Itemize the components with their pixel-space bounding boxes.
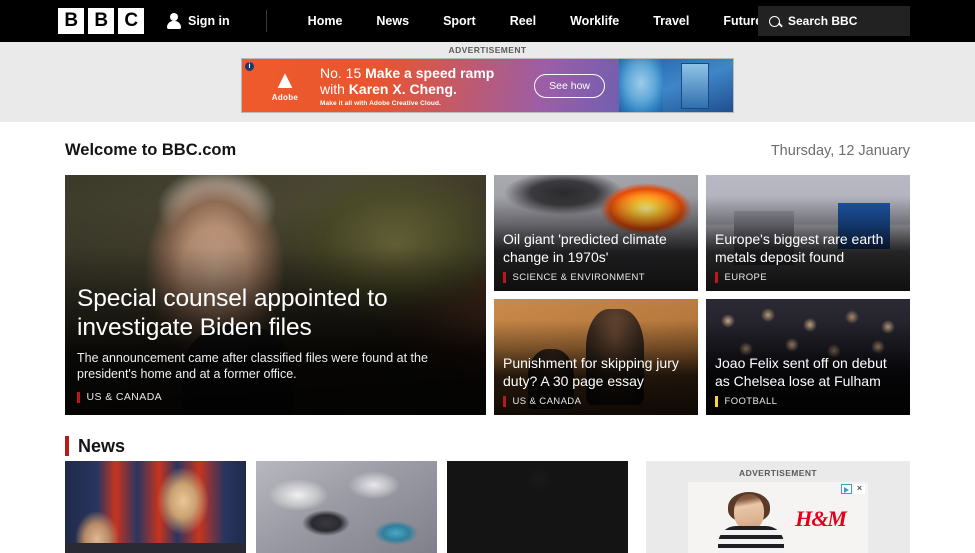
ad-headline-line-1: No. 15 Make a speed ramp [320, 65, 534, 81]
page-title: Welcome to BBC.com [65, 141, 237, 159]
story-card-rare-earth[interactable]: Europe's biggest rare earth metals depos… [706, 175, 910, 291]
card-tag-label: FOOTBALL [724, 396, 778, 407]
adobe-mark: ▲ [272, 67, 298, 94]
logo-letter-b1: B [58, 8, 84, 34]
hero-text-block: Special counsel appointed to investigate… [77, 284, 470, 403]
hero-grid: Special counsel appointed to investigate… [65, 175, 910, 415]
adchoices-icon[interactable] [841, 484, 852, 494]
secondary-cards-grid: Oil giant 'predicted climate change in 1… [494, 175, 910, 415]
sign-in-label: Sign in [188, 14, 230, 28]
ad-line1-lead: No. 15 [320, 64, 366, 81]
top-advertisement-band: ADVERTISEMENT i × ▲ Adobe No. 15 Make a … [0, 42, 975, 122]
adchoices-controls: × [841, 484, 865, 494]
hm-ad-model-image [714, 492, 790, 553]
sign-in-button[interactable]: Sign in [166, 12, 230, 30]
adobe-logo: ▲ Adobe [262, 67, 308, 102]
card-tag-label: EUROPE [724, 272, 768, 283]
bbc-logo[interactable]: B B C [58, 8, 144, 34]
search-icon [769, 15, 780, 27]
model-striped-top [718, 526, 784, 553]
card-headline[interactable]: Joao Felix sent off on debut as Chelsea … [715, 355, 900, 390]
card-headline[interactable]: Europe's biggest rare earth metals depos… [715, 231, 900, 266]
hero-summary: The announcement came after classified f… [77, 351, 428, 381]
logo-letter-b2: B [88, 8, 114, 34]
secondary-cards-row-top: Oil giant 'predicted climate change in 1… [494, 175, 910, 291]
card-category-tag: FOOTBALL [715, 396, 900, 407]
search-placeholder: Search BBC [788, 14, 858, 28]
news-thumbnail-row: ADVERTISEMENT × H&M [65, 461, 910, 553]
card-tag-label: US & CANADA [512, 396, 582, 407]
card-headline[interactable]: Oil giant 'predicted climate change in 1… [503, 231, 688, 266]
card-headline[interactable]: Punishment for skipping jury duty? A 30 … [503, 355, 688, 390]
news-section-title[interactable]: News [78, 436, 125, 457]
ad-close-icon[interactable]: × [854, 484, 865, 494]
see-how-button[interactable]: See how [534, 73, 605, 98]
main-content: Welcome to BBC.com Thursday, 12 January … [0, 122, 975, 553]
card-category-tag: SCIENCE & ENVIRONMENT [503, 272, 688, 283]
tag-accent-bar [77, 391, 80, 403]
tag-accent-bar [503, 396, 506, 407]
welcome-row: Welcome to BBC.com Thursday, 12 January [65, 122, 910, 175]
nav-item-travel[interactable]: Travel [636, 14, 706, 28]
card-category-tag: US & CANADA [503, 396, 688, 407]
news-thumbnail-minnie-mouse[interactable] [447, 461, 628, 553]
news-section-header: News [65, 415, 910, 461]
story-card-jury-duty[interactable]: Punishment for skipping jury duty? A 30 … [494, 299, 698, 415]
ad-subtext: Make it all with Adobe Creative Cloud. [320, 99, 441, 107]
story-card-joao-felix[interactable]: Joao Felix sent off on debut as Chelsea … [706, 299, 910, 415]
current-date: Thursday, 12 January [770, 143, 910, 159]
nav-item-news[interactable]: News [359, 14, 426, 28]
card-text-block: Joao Felix sent off on debut as Chelsea … [715, 355, 900, 407]
bottom-ad-label: ADVERTISEMENT [739, 468, 817, 478]
hm-ad-banner[interactable]: × H&M [688, 482, 868, 553]
card-text-block: Europe's biggest rare earth metals depos… [715, 231, 900, 283]
hero-headline[interactable]: Special counsel appointed to investigate… [77, 284, 470, 342]
secondary-cards-row-bottom: Punishment for skipping jury duty? A 30 … [494, 299, 910, 415]
top-ad-label: ADVERTISEMENT [448, 45, 527, 55]
nav-item-worklife[interactable]: Worklife [553, 14, 636, 28]
tag-accent-bar [503, 272, 506, 283]
nav-item-reel[interactable]: Reel [493, 14, 553, 28]
nav-item-home[interactable]: Home [291, 14, 360, 28]
card-text-block: Punishment for skipping jury duty? A 30 … [503, 355, 688, 407]
hero-story-card[interactable]: Special counsel appointed to investigate… [65, 175, 486, 415]
logo-letter-c: C [118, 8, 144, 34]
news-thumbnail-shoes[interactable] [256, 461, 437, 553]
news-thumbnail-elvis[interactable] [65, 461, 246, 553]
ad-photo [619, 59, 733, 112]
search-input[interactable]: Search BBC [758, 6, 910, 36]
ad-info-icon[interactable]: i [245, 62, 254, 71]
ad-photo-face [619, 59, 663, 112]
ad-line2-bold: Karen X. Cheng. [348, 80, 457, 97]
ad-line1-bold: Make a speed ramp [365, 64, 495, 81]
section-accent-bar [65, 436, 69, 456]
tag-accent-bar [715, 396, 718, 407]
nav-divider [265, 10, 267, 32]
person-icon [166, 12, 182, 30]
card-text-block: Oil giant 'predicted climate change in 1… [503, 231, 688, 283]
card-category-tag: EUROPE [715, 272, 900, 283]
ad-photo-phone [663, 59, 733, 112]
hm-logo: H&M [795, 506, 847, 531]
adobe-wordmark: Adobe [271, 93, 299, 102]
nav-item-sport[interactable]: Sport [426, 14, 493, 28]
story-card-oil-giant[interactable]: Oil giant 'predicted climate change in 1… [494, 175, 698, 291]
hero-category-tag: US & CANADA [77, 391, 470, 403]
adobe-ad-banner[interactable]: i × ▲ Adobe No. 15 Make a speed ramp wit… [241, 58, 734, 113]
model-head [734, 494, 764, 530]
adobe-ad-copy: No. 15 Make a speed ramp with Karen X. C… [320, 65, 534, 107]
tag-accent-bar [715, 272, 718, 283]
hero-tag-label: US & CANADA [86, 391, 163, 403]
ad-headline-line-2: with Karen X. Cheng. [320, 81, 534, 97]
bottom-advertisement: ADVERTISEMENT × H&M [646, 461, 910, 553]
card-tag-label: SCIENCE & ENVIRONMENT [512, 272, 645, 283]
top-navigation-bar: B B C Sign in Home News Sport Reel Workl… [0, 0, 975, 42]
ad-line2-lead: with [320, 80, 349, 97]
